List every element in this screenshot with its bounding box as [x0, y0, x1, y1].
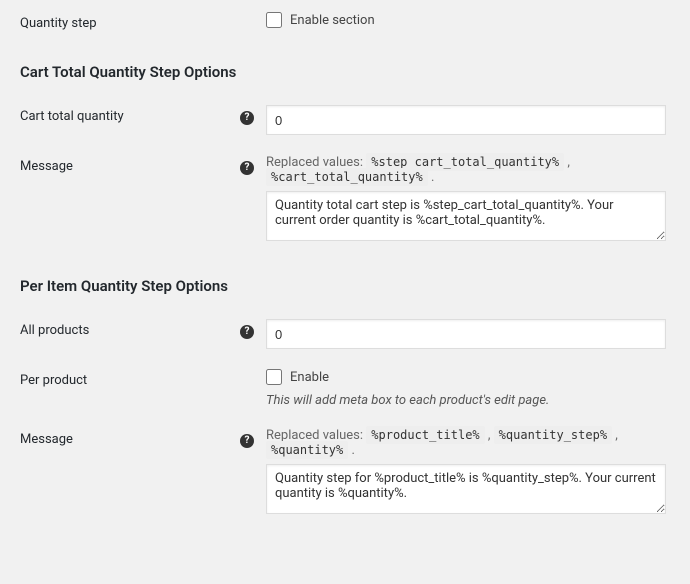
- cart-message-hint: Replaced values: %step_cart_total_quanti…: [266, 155, 670, 185]
- cart-total-section-heading: Cart Total Quantity Step Options: [20, 63, 670, 81]
- item-message-textarea[interactable]: Quantity step for %product_title% is %qu…: [266, 464, 666, 514]
- all-products-label: All products: [20, 319, 240, 338]
- per-product-enable-wrap[interactable]: Enable: [266, 369, 670, 385]
- help-icon[interactable]: ?: [240, 434, 254, 448]
- cart-message-textarea[interactable]: Quantity total cart step is %step_cart_t…: [266, 191, 666, 241]
- item-message-label: Message: [20, 428, 240, 447]
- item-message-hint: Replaced values: %product_title% , %quan…: [266, 428, 670, 458]
- help-icon[interactable]: ?: [240, 161, 254, 175]
- help-icon[interactable]: ?: [240, 111, 254, 125]
- enable-section-label: Enable section: [290, 13, 375, 28]
- token-product-title: %product_title%: [366, 426, 484, 444]
- token-quantity: %quantity%: [266, 441, 348, 459]
- all-products-input[interactable]: [266, 319, 666, 349]
- per-product-label: Per product: [20, 369, 240, 388]
- per-product-enable-label: Enable: [290, 370, 329, 385]
- enable-section-wrap[interactable]: Enable section: [266, 12, 670, 28]
- cart-total-quantity-input[interactable]: [266, 105, 666, 135]
- token-quantity-step: %quantity_step%: [494, 426, 612, 444]
- per-product-desc: This will add meta box to each product's…: [266, 393, 670, 408]
- per-item-section-heading: Per Item Quantity Step Options: [20, 277, 670, 295]
- per-product-enable-checkbox[interactable]: [266, 369, 282, 385]
- cart-total-quantity-label: Cart total quantity: [20, 105, 240, 124]
- enable-section-checkbox[interactable]: [266, 12, 282, 28]
- help-icon[interactable]: ?: [240, 325, 254, 339]
- token-cart-total-quantity: %cart_total_quantity%: [266, 168, 428, 186]
- cart-message-label: Message: [20, 155, 240, 174]
- quantity-step-label: Quantity step: [20, 12, 240, 31]
